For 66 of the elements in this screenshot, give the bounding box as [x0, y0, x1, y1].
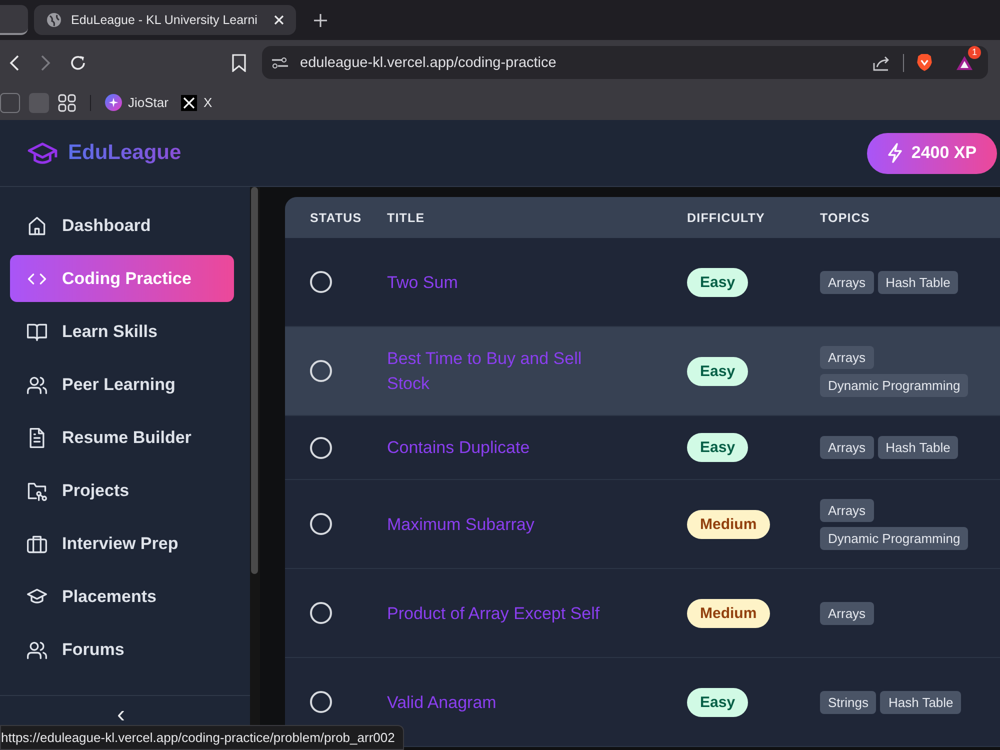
forward-icon[interactable]: [39, 54, 51, 70]
lion-shield-icon[interactable]: [916, 53, 933, 72]
apps-grid-icon[interactable]: [58, 94, 76, 112]
column-header: TITLE: [387, 210, 426, 224]
browser-tab[interactable]: EduLeague - KL University Learni: [34, 5, 296, 35]
site-settings-icon[interactable]: [272, 56, 288, 70]
address-bar[interactable]: eduleague-kl.vercel.app/coding-practice 1: [262, 46, 988, 79]
table-row[interactable]: Product of Array Except Self Medium Arrays: [285, 569, 1000, 658]
topic-tag: Dynamic Programming: [820, 374, 968, 396]
sidebar-item[interactable]: Forums: [10, 626, 234, 673]
sidebar-item[interactable]: Interview Prep: [10, 520, 234, 567]
bookmark-icon[interactable]: [232, 54, 246, 72]
new-tab-icon[interactable]: [314, 14, 327, 26]
topic-tag: Arrays: [820, 498, 874, 522]
notification-badge: 1: [968, 46, 981, 58]
sidebar-item[interactable]: Learn Skills: [10, 308, 234, 355]
topic-tag: Dynamic Programming: [820, 526, 968, 550]
tab-tile[interactable]: [0, 5, 28, 35]
bookmark-link[interactable]: JioStar: [105, 94, 168, 111]
topic-tag: Hash Table: [878, 436, 958, 459]
topic-tag: Strings: [820, 690, 876, 714]
back-icon[interactable]: [9, 54, 21, 70]
column-header: STATUS: [309, 210, 363, 224]
difficulty-badge: Medium: [687, 510, 770, 538]
sidebar-item[interactable]: Resume Builder: [10, 414, 234, 461]
bookmark-tile[interactable]: [0, 92, 20, 112]
difficulty-badge: Easy: [687, 268, 748, 296]
x-logo-icon: [181, 94, 198, 110]
url-text: eduleague-kl.vercel.app/coding-practice: [300, 54, 556, 70]
sidebar-item[interactable]: Dashboard: [10, 202, 234, 249]
lightning-icon: [887, 143, 904, 163]
app-logo: EduLeague: [68, 141, 182, 165]
topic-tag: Arrays: [820, 346, 874, 368]
sidebar-item[interactable]: Peer Learning: [10, 361, 234, 408]
difficulty-badge: Medium: [687, 598, 770, 628]
home-icon: [26, 214, 48, 236]
sidebar-item[interactable]: Coding Practice: [10, 255, 234, 302]
status-url-tooltip: https://eduleague-kl.vercel.app/coding-practice/problem/prob_arr002: [0, 725, 404, 750]
collapse-button[interactable]: ‹: [111, 702, 131, 728]
xp-value: 2400 XP: [911, 143, 977, 163]
triangle-icon[interactable]: [955, 54, 974, 70]
table-row[interactable]: Contains Duplicate Easy Arrays Hash Table: [285, 416, 1000, 480]
difficulty-badge: Easy: [687, 433, 748, 462]
scrollbar-thumb[interactable]: [251, 187, 258, 574]
globe-icon: [46, 12, 62, 28]
column-header: DIFFICULTY: [687, 210, 766, 224]
bookmark-link[interactable]: X: [181, 94, 212, 110]
sparkle-icon: [105, 94, 122, 111]
difficulty-badge: Easy: [687, 356, 748, 386]
topic-tag: Hash Table: [880, 690, 962, 714]
bookmark-tile[interactable]: [29, 92, 49, 112]
column-header: TOPICS: [820, 210, 871, 224]
reload-icon[interactable]: [69, 54, 87, 72]
topic-tag: Arrays: [820, 436, 874, 459]
topic-tag: Hash Table: [878, 270, 958, 294]
sidebar-item[interactable]: Placements: [10, 573, 234, 620]
table-row[interactable]: Best Time to Buy and Sell Stock Easy Arrays Dynamic Programming: [285, 327, 1000, 416]
topic-tag: Arrays: [820, 270, 874, 294]
graduation-cap-icon: [27, 142, 58, 164]
tab-title: EduLeague - KL University Learni: [71, 13, 258, 27]
topic-tag: Arrays: [820, 602, 874, 624]
table-row[interactable]: Maximum Subarray Medium Arrays Dynamic Programming: [285, 480, 1000, 569]
sidebar-item[interactable]: Projects: [10, 467, 234, 514]
share-icon[interactable]: [873, 54, 891, 70]
close-icon[interactable]: [274, 15, 284, 25]
difficulty-badge: Easy: [687, 688, 748, 716]
